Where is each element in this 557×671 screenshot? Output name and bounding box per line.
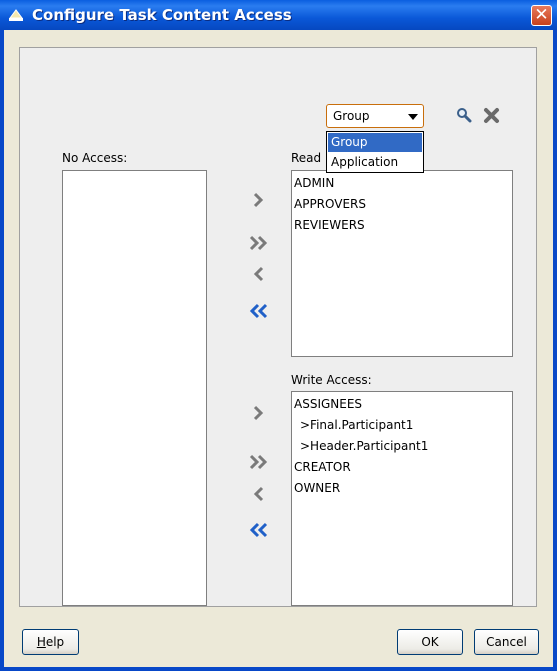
- read-access-label: Read: [291, 151, 322, 165]
- combo-value: Group: [333, 109, 370, 123]
- move-all-left-button[interactable]: [248, 520, 270, 540]
- list-item[interactable]: >Final.Participant1: [294, 415, 413, 435]
- window-frame-right: [553, 30, 557, 671]
- move-right-button[interactable]: [248, 190, 270, 210]
- ok-button[interactable]: OK: [397, 629, 463, 655]
- move-all-right-button[interactable]: [248, 452, 270, 472]
- help-mnemonic: H: [36, 635, 46, 649]
- window-frame-left: [0, 30, 4, 671]
- list-item[interactable]: ADMIN: [294, 173, 334, 193]
- help-button[interactable]: Help: [22, 629, 79, 655]
- move-all-left-button[interactable]: [248, 301, 270, 321]
- write-access-label: Write Access:: [291, 373, 372, 387]
- double-chevron-left-icon: [249, 303, 268, 319]
- chevron-down-icon: [408, 114, 418, 120]
- app-icon: [9, 9, 23, 21]
- double-chevron-right-icon: [249, 454, 268, 470]
- help-label-rest: elp: [45, 635, 65, 649]
- dropdown-option-application[interactable]: Application: [328, 153, 422, 172]
- type-combo[interactable]: Group: [326, 104, 424, 128]
- cancel-button[interactable]: Cancel: [474, 629, 539, 655]
- move-right-button[interactable]: [248, 403, 270, 423]
- search-icon[interactable]: [456, 107, 472, 123]
- list-item[interactable]: ASSIGNEES: [294, 394, 362, 414]
- chevron-right-icon: [253, 405, 264, 421]
- list-item[interactable]: APPROVERS: [294, 194, 366, 214]
- double-chevron-left-icon: [249, 522, 268, 538]
- chevron-left-icon: [253, 486, 264, 502]
- read-access-list[interactable]: ADMIN APPROVERS REVIEWERS: [291, 170, 513, 357]
- title-bar: Configure Task Content Access ✕: [0, 0, 557, 30]
- dropdown-option-group[interactable]: Group: [328, 133, 422, 152]
- write-access-list[interactable]: ASSIGNEES >Final.Participant1 >Header.Pa…: [291, 391, 513, 606]
- chevron-right-icon: [253, 192, 264, 208]
- no-access-list[interactable]: [62, 170, 207, 606]
- clear-icon[interactable]: [483, 107, 500, 124]
- list-item[interactable]: CREATOR: [294, 457, 351, 477]
- chevron-left-icon: [253, 266, 264, 282]
- window-title: Configure Task Content Access: [32, 6, 292, 24]
- window-frame-bottom: [0, 667, 557, 671]
- move-all-right-button[interactable]: [248, 233, 270, 253]
- double-chevron-right-icon: [249, 235, 268, 251]
- move-left-button[interactable]: [248, 264, 270, 284]
- list-item[interactable]: REVIEWERS: [294, 215, 365, 235]
- list-item[interactable]: OWNER: [294, 478, 340, 498]
- combo-dropdown: Group Application: [326, 131, 424, 173]
- close-button[interactable]: ✕: [531, 5, 552, 26]
- no-access-label: No Access:: [62, 151, 128, 165]
- move-left-button[interactable]: [248, 484, 270, 504]
- list-item[interactable]: >Header.Participant1: [294, 436, 428, 456]
